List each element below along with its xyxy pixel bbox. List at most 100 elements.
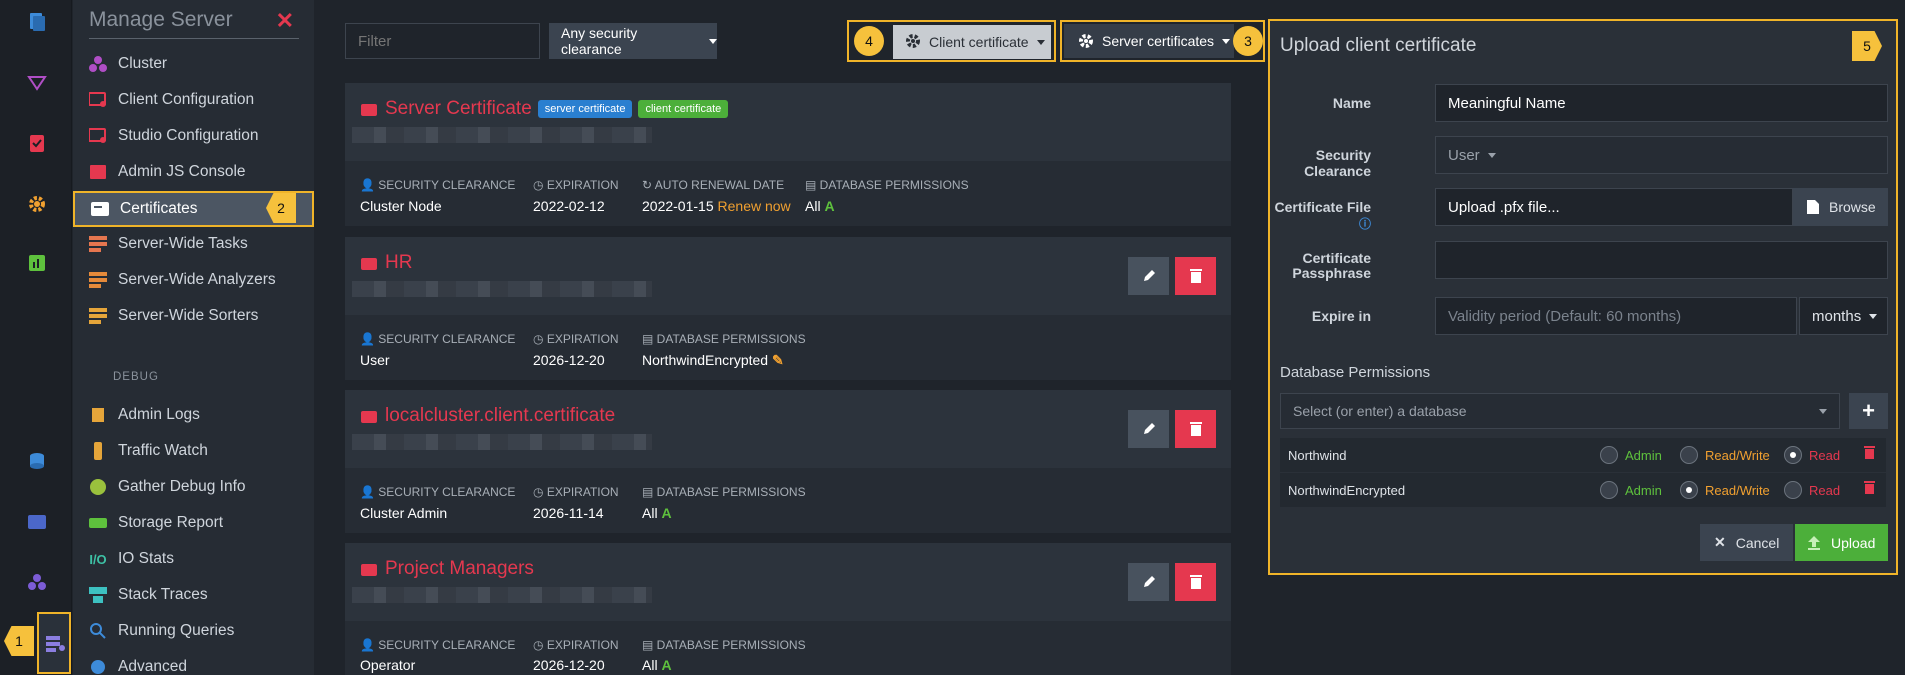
browse-button[interactable]: Browse [1793,188,1888,226]
menu-item-server-wide-sorters[interactable]: Server-Wide Sorters [73,298,314,334]
security-clearance-select[interactable]: User [1435,136,1888,174]
title-underline [89,38,299,39]
read-write-label: Read/Write [1705,448,1770,463]
menu-item-studio-configuration[interactable]: Studio Configuration [73,118,314,154]
trash-icon [1189,422,1202,436]
menu-item-stack-traces[interactable]: Stack Traces [73,577,314,613]
security-clearance-label: Security Clearance [1304,147,1371,179]
callout-badge-1: 1 [4,626,34,656]
documents-icon[interactable] [26,11,48,33]
trash-icon[interactable] [1864,481,1875,497]
certificate-name[interactable]: localcluster.client.certificate [385,405,615,427]
db-permissions-value: All [642,505,658,521]
manage-server-rail-item[interactable] [37,612,71,674]
tasks-icon[interactable] [26,132,48,154]
trash-icon[interactable] [1864,446,1875,462]
database-permissions-title: Database Permissions [1280,364,1431,381]
expiration-label: ◷ EXPIRATION [533,178,619,192]
security-clearance-label: 👤 SECURITY CLEARANCE [360,638,516,652]
menu-item-server-wide-tasks[interactable]: Server-Wide Tasks [73,226,314,262]
db-permissions-label: ▤ DATABASE PERMISSIONS [642,638,806,652]
delete-button[interactable] [1175,410,1216,448]
security-clearance-value: User [360,352,390,368]
trash-icon [1189,575,1202,589]
renew-now-link[interactable]: Renew now [718,198,791,214]
client-certificate-group: 4 Client certificate [847,20,1056,62]
callout-badge-3: 3 [1233,26,1263,56]
databases-icon[interactable] [26,450,48,472]
expiration-value: 2026-11-14 [533,505,604,521]
menu-item-storage-report[interactable]: Storage Report [73,505,314,541]
tasks-icon [88,234,108,254]
security-clearance-label: 👤 SECURITY CLEARANCE [360,485,516,499]
menu-item-running-queries[interactable]: Running Queries [73,613,314,649]
read-write-radio[interactable] [1680,481,1698,499]
name-field[interactable]: Meaningful Name [1435,84,1888,122]
name-label: Name [1332,95,1371,111]
menu-item-client-configuration[interactable]: Client Configuration [73,82,314,118]
cancel-button[interactable]: ✕ Cancel [1700,524,1793,561]
caret-down-icon [709,38,717,44]
certificate-file-field[interactable]: Upload .pfx file... [1435,188,1793,226]
expire-period-field[interactable]: Validity period (Default: 60 months) [1435,297,1797,335]
filter-input[interactable] [345,23,540,59]
edit-button[interactable] [1128,563,1169,601]
db-permissions-label: ▤ DATABASE PERMISSIONS [642,332,806,346]
server-certificates-button[interactable]: Server certificates [1064,24,1234,58]
certificate-icon [361,411,377,423]
stats-icon[interactable] [26,252,48,274]
debug-section-label: DEBUG [113,371,159,383]
db-permissions-label: ▤ DATABASE PERMISSIONS [805,178,969,192]
security-clearance-dropdown[interactable]: Any security clearance [549,23,717,59]
cluster-icon [88,54,108,74]
certificate-name[interactable]: Project Managers [385,558,534,580]
admin-access-icon: A [661,657,672,673]
file-icon [1807,200,1819,214]
menu-item-advanced[interactable]: Advanced [73,649,314,675]
database-select[interactable]: Select (or enter) a database [1280,393,1840,429]
auto-renewal-label: ↻ AUTO RENEWAL DATE [642,178,785,192]
menu-item-gather-debug-info[interactable]: Gather Debug Info [73,469,314,505]
studio-config-icon [88,126,108,146]
menu-item-admin-logs[interactable]: Admin Logs [73,397,314,433]
upload-button[interactable]: Upload [1795,524,1888,561]
cluster-dashboard-icon[interactable] [26,511,48,533]
info-icon[interactable]: ⓘ [1359,217,1371,231]
indexes-icon[interactable] [26,72,48,94]
read-write-label: Read/Write [1705,483,1770,498]
read-radio[interactable] [1784,446,1802,464]
upload-client-certificate-panel: Upload client certificate 5 Name Meaning… [1268,19,1898,575]
read-radio[interactable] [1784,481,1802,499]
menu-item-server-wide-analyzers[interactable]: Server-Wide Analyzers [73,262,314,298]
expire-in-label: Expire in [1311,308,1371,324]
menu-item-io-stats[interactable]: I/O IO Stats [73,541,314,577]
stack-icon [88,585,108,605]
logs-icon [88,405,108,425]
read-label: Read [1809,448,1841,463]
certificate-card: Project Managers 👤 SECURITY CLEARANCE Op… [345,543,1231,675]
menu-item-traffic-watch[interactable]: Traffic Watch [73,433,314,469]
certificate-name[interactable]: HR [385,252,412,274]
settings-icon[interactable] [26,193,48,215]
add-database-button[interactable]: + [1849,393,1888,429]
admin-radio[interactable] [1600,481,1618,499]
icon-rail: 1 [0,0,72,675]
expire-unit-select[interactable]: months [1799,297,1888,335]
menu-item-cluster[interactable]: Cluster [73,46,314,82]
edit-button[interactable] [1128,410,1169,448]
menu-item-admin-js-console[interactable]: Admin JS Console [73,154,314,190]
close-icon[interactable]: ✕ [276,8,294,34]
storage-icon [88,513,108,533]
passphrase-field[interactable] [1435,241,1888,279]
certificate-name[interactable]: Server Certificate [385,98,532,119]
delete-button[interactable] [1175,257,1216,295]
certificate-icon [361,258,377,270]
delete-button[interactable] [1175,563,1216,601]
expiration-label: ◷ EXPIRATION [533,485,619,499]
client-certificate-button[interactable]: Client certificate [893,25,1051,59]
trash-icon [1189,269,1202,283]
admin-radio[interactable] [1600,446,1618,464]
edit-button[interactable] [1128,257,1169,295]
manage-cluster-icon[interactable] [26,571,48,593]
read-write-radio[interactable] [1680,446,1698,464]
